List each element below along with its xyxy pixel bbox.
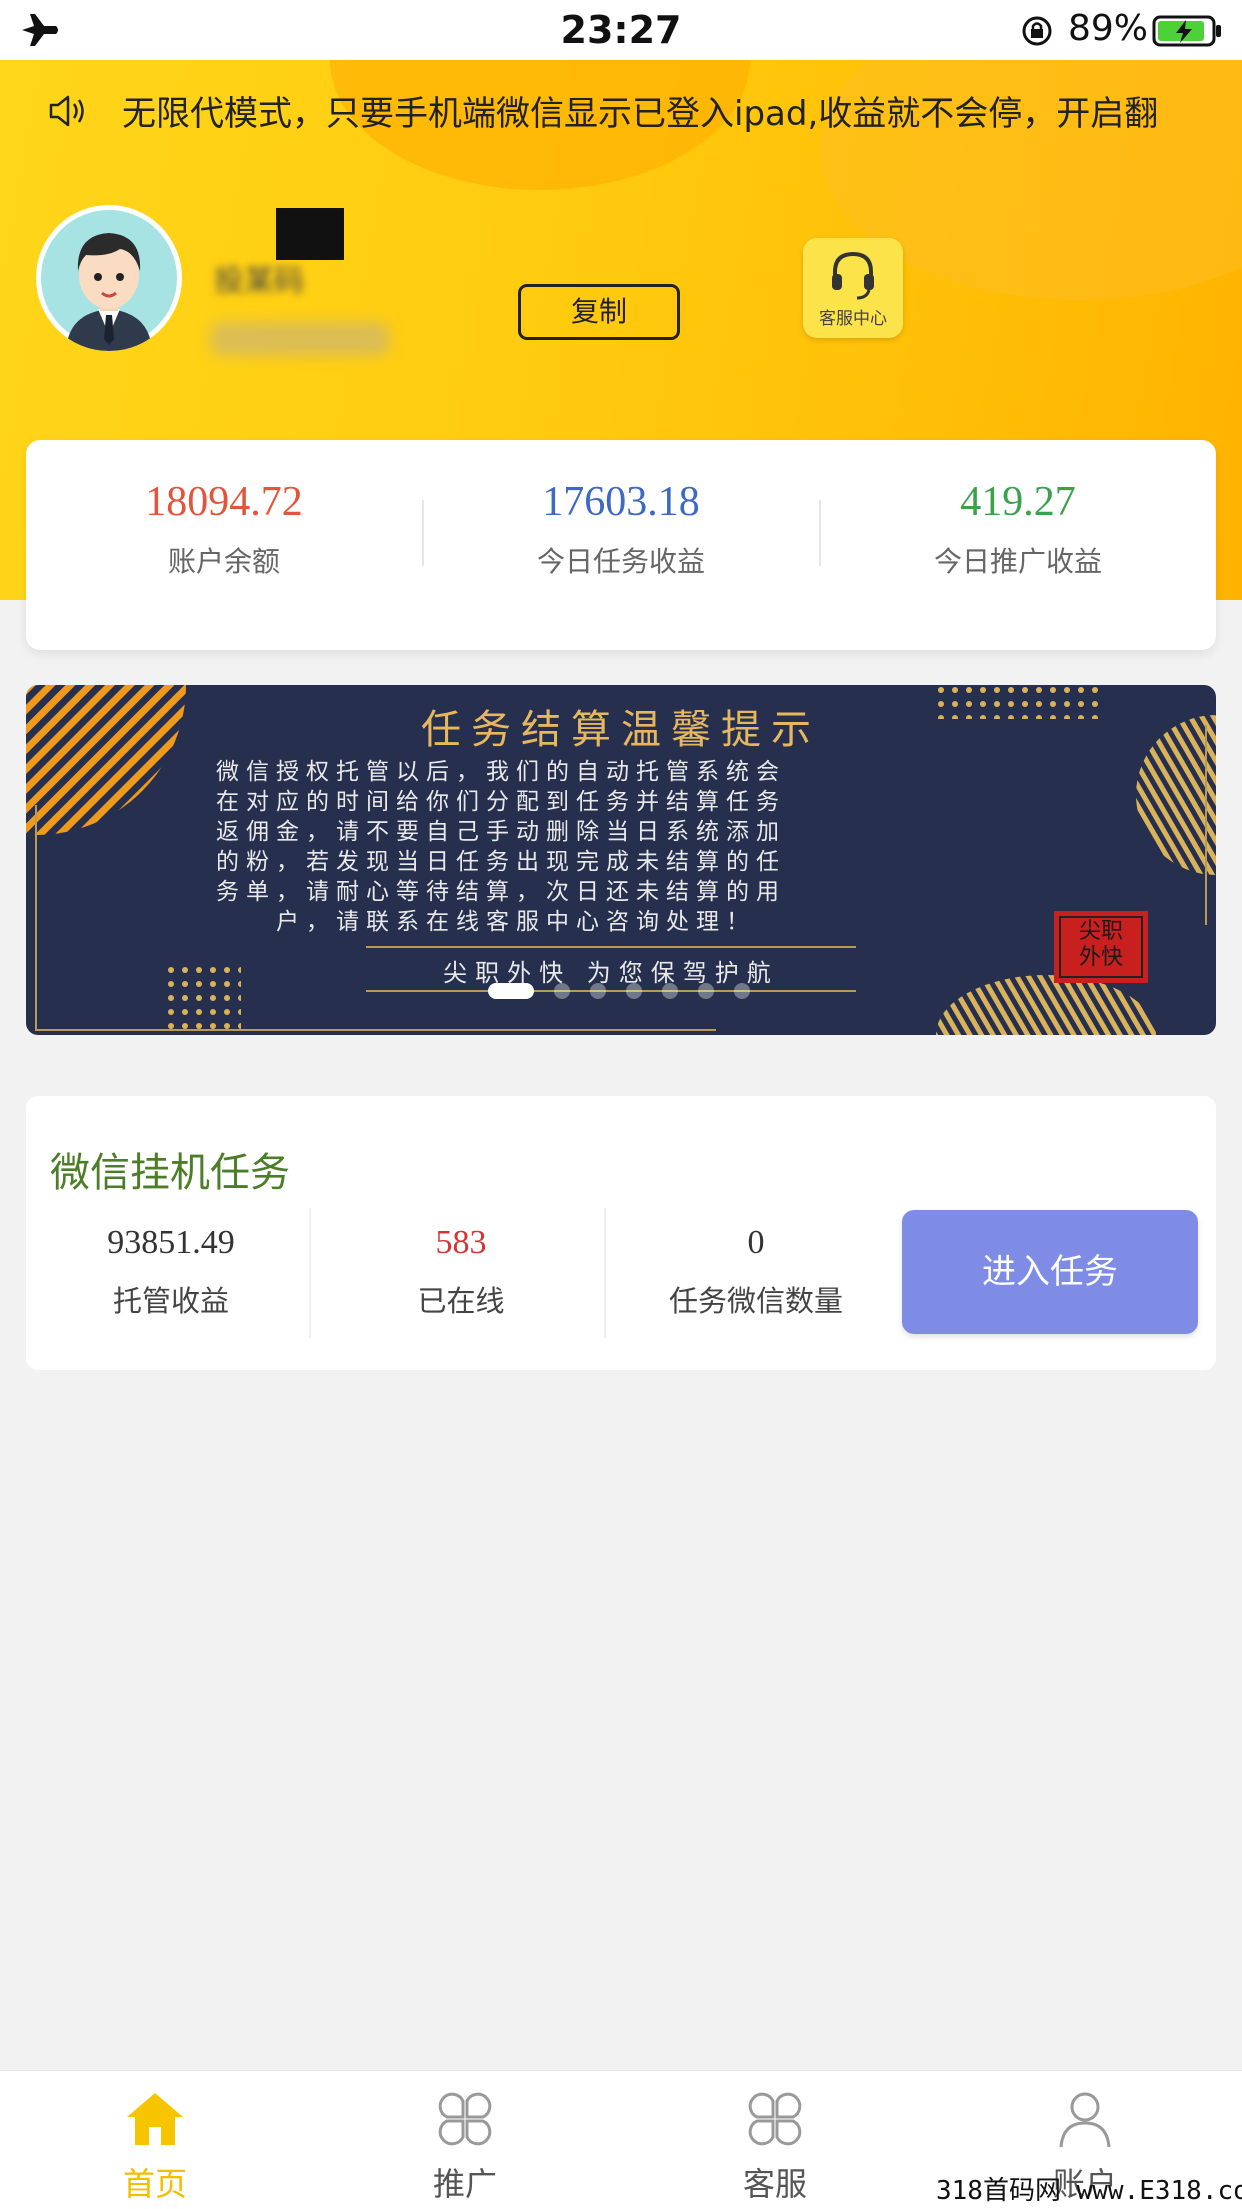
status-bar: 23:27 89% [0,0,1242,60]
carousel-dot[interactable] [554,983,570,999]
banner-line: 的粉，若发现当日任务出现完成未结算的任 [216,849,786,875]
banner-line: 微信授权托管以后，我们的自动托管系统会 [216,759,786,785]
stat-value: 419.27 [960,479,1076,525]
banner-title: 任务结算温馨提示 [421,707,821,753]
tab-label: 客服 [742,2165,807,2203]
customer-service-button[interactable]: 客服中心 [803,238,903,338]
task-stat-hosted-income: 93851.49 托管收益 [26,1224,316,1320]
banner-line: 务单，请耐心等待结算，次日还未结算的用 [216,879,786,905]
speaker-icon [49,95,84,127]
carousel-dot[interactable] [488,983,534,999]
carousel-dots[interactable] [26,979,1216,999]
enter-task-button[interactable]: 进入任务 [902,1210,1198,1334]
task-stat-online: 583 已在线 [316,1224,606,1320]
home-icon [127,2093,183,2145]
stat-promo-income[interactable]: 419.27 今日推广收益 [820,478,1216,580]
task-stat-label: 已在线 [417,1284,505,1318]
tab-home[interactable]: 首页 [0,2071,310,2209]
tab-service[interactable]: 客服 [620,2071,930,2209]
user-name: 投某码 [214,264,304,299]
banner-line: 返佣金，请不要自己手动删除当日系统添加 [216,819,786,845]
task-stat-value: 93851.49 [107,1224,235,1261]
avatar[interactable] [36,205,182,351]
stat-value: 18094.72 [145,479,303,525]
task-stat-label: 任务微信数量 [668,1284,843,1318]
rotation-lock-icon [1022,16,1052,46]
copy-button[interactable]: 复制 [518,284,680,340]
avatar-image [37,206,181,351]
user-icon [1059,2092,1111,2148]
banner-stamp: 尖职 外快 [1078,919,1123,970]
grid-icon [438,2092,492,2146]
stat-label: 今日推广收益 [933,545,1102,578]
stat-balance[interactable]: 18094.72 账户余额 [26,478,422,580]
carousel-dot[interactable] [590,983,606,999]
banner-body: 微信授权托管以后，我们的自动托管系统会 在对应的时间给你们分配到任务并结算任务 … [216,757,1096,937]
battery-percent: 89% [1068,8,1149,49]
wechat-task-card: 微信挂机任务 93851.49 托管收益 583 已在线 0 任务微信数量 进入… [26,1096,1216,1370]
carousel-dot[interactable] [626,983,642,999]
grid-icon [748,2092,802,2146]
task-stat-value: 0 [747,1224,765,1261]
stat-label: 今日任务收益 [536,545,705,578]
banner-line: 户，请联系在线客服中心咨询处理！ [276,909,756,935]
stat-label: 账户余额 [167,545,280,578]
task-stat-label: 托管收益 [112,1284,229,1318]
carousel-dot[interactable] [698,983,714,999]
status-time: 23:27 [560,8,682,52]
stat-value: 17603.18 [542,479,700,525]
tab-promote[interactable]: 推广 [310,2071,620,2209]
battery-icon [1152,15,1221,47]
task-stat-value: 583 [435,1224,487,1261]
redaction-block [276,208,344,260]
notice-text: 无限代模式，只要手机端微信显示已登入ipad,收益就不会停，开启翻 [122,94,1159,134]
stat-task-income[interactable]: 17603.18 今日任务收益 [423,478,819,580]
tab-label: 推广 [432,2165,497,2203]
task-stat-wechat-count: 0 任务微信数量 [611,1224,901,1320]
headset-icon [832,251,874,300]
carousel-dot[interactable] [734,983,750,999]
watermark-text: 318首码网 www.E318.com [936,2176,1242,2206]
stats-card: 18094.72 账户余额 17603.18 今日任务收益 419.27 今日推… [26,440,1216,650]
carousel-dot[interactable] [662,983,678,999]
banner-line: 在对应的时间给你们分配到任务并结算任务 [216,789,786,815]
task-title: 微信挂机任务 [50,1150,290,1196]
service-label: 客服中心 [819,309,887,329]
user-id-blurred [210,322,390,356]
tab-label: 首页 [122,2165,187,2203]
notice-bar[interactable]: 无限代模式，只要手机端微信显示已登入ipad,收益就不会停，开启翻 [0,60,1242,160]
promo-banner[interactable]: 任务结算温馨提示 微信授权托管以后，我们的自动托管系统会 在对应的时间给你们分配… [26,685,1216,1035]
